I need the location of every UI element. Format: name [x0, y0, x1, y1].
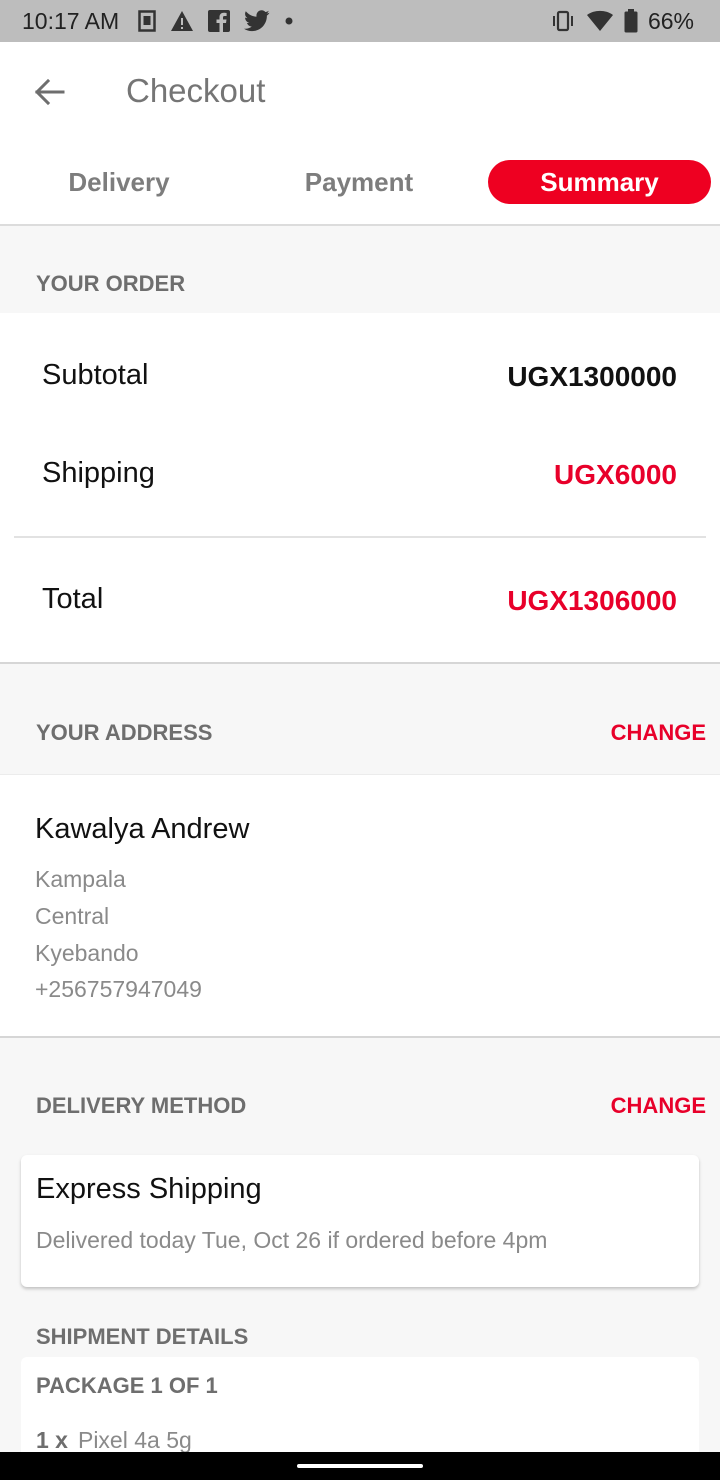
delivery-method-card[interactable]: Express Shipping Delivered today Tue, Oc… — [21, 1155, 699, 1287]
address-card: Kawalya Andrew Kampala Central Kyebando … — [0, 774, 720, 1036]
back-button[interactable] — [24, 70, 74, 114]
order-divider — [14, 536, 706, 538]
subtotal-label: Subtotal — [42, 359, 149, 391]
item-quantity: 1 x — [36, 1427, 68, 1453]
home-gesture-handle[interactable] — [297, 1464, 423, 1468]
address-name: Kawalya Andrew — [35, 813, 250, 845]
delivery-method-title: Express Shipping — [36, 1173, 262, 1205]
your-order-label: YOUR ORDER — [36, 271, 186, 296]
tab-payment[interactable]: Payment — [248, 160, 470, 204]
status-time: 10:17 AM — [22, 8, 120, 34]
item-name: Pixel 4a 5g — [77, 1427, 192, 1453]
system-icons: 66% — [550, 7, 694, 35]
your-order-header: YOUR ORDER — [0, 226, 720, 313]
arrow-back-icon — [33, 78, 65, 106]
shipping-label: Shipping — [42, 457, 155, 489]
address-area: Kyebando — [35, 940, 139, 966]
app-bar: Checkout — [0, 42, 720, 142]
battery-icon — [624, 9, 638, 33]
order-summary-card: Subtotal UGX1300000 Shipping UGX6000 Tot… — [0, 313, 720, 663]
address-city: Kampala — [35, 866, 126, 892]
sim-card-icon — [138, 10, 156, 32]
dot-icon — [284, 16, 294, 26]
page-title: Checkout — [126, 72, 266, 109]
delivery-method-label: DELIVERY METHOD — [36, 1093, 247, 1118]
package-item: 1 x Pixel 4a 5g — [36, 1427, 192, 1454]
tab-delivery[interactable]: Delivery — [10, 160, 228, 204]
facebook-icon — [208, 10, 230, 32]
your-address-header: YOUR ADDRESS CHANGE — [0, 664, 720, 774]
battery-percent: 66% — [647, 7, 694, 34]
total-label: Total — [42, 583, 104, 615]
address-region: Central — [35, 903, 110, 929]
your-address-label: YOUR ADDRESS — [36, 720, 213, 745]
vibrate-icon — [550, 10, 576, 32]
package-label: PACKAGE 1 OF 1 — [36, 1373, 218, 1398]
shipment-details-label: SHIPMENT DETAILS — [36, 1324, 249, 1349]
notification-icons — [138, 7, 294, 35]
delivery-method-description: Delivered today Tue, Oct 26 if ordered b… — [36, 1227, 548, 1253]
change-address-button[interactable]: CHANGE — [611, 720, 706, 746]
checkout-steps-tabs: Delivery Payment Summary — [0, 150, 720, 212]
status-bar: 10:17 AM 66% — [0, 0, 720, 42]
total-value: UGX1306000 — [507, 585, 677, 616]
address-phone: +256757947049 — [35, 976, 202, 1002]
change-delivery-method-button[interactable]: CHANGE — [611, 1093, 706, 1119]
twitter-icon — [244, 10, 270, 32]
warning-icon — [170, 10, 194, 32]
wifi-icon — [586, 10, 614, 32]
subtotal-value: UGX1300000 — [507, 361, 677, 392]
shipping-value: UGX6000 — [554, 459, 677, 490]
system-navigation-bar — [0, 1452, 720, 1480]
tab-summary[interactable]: Summary — [488, 160, 711, 204]
